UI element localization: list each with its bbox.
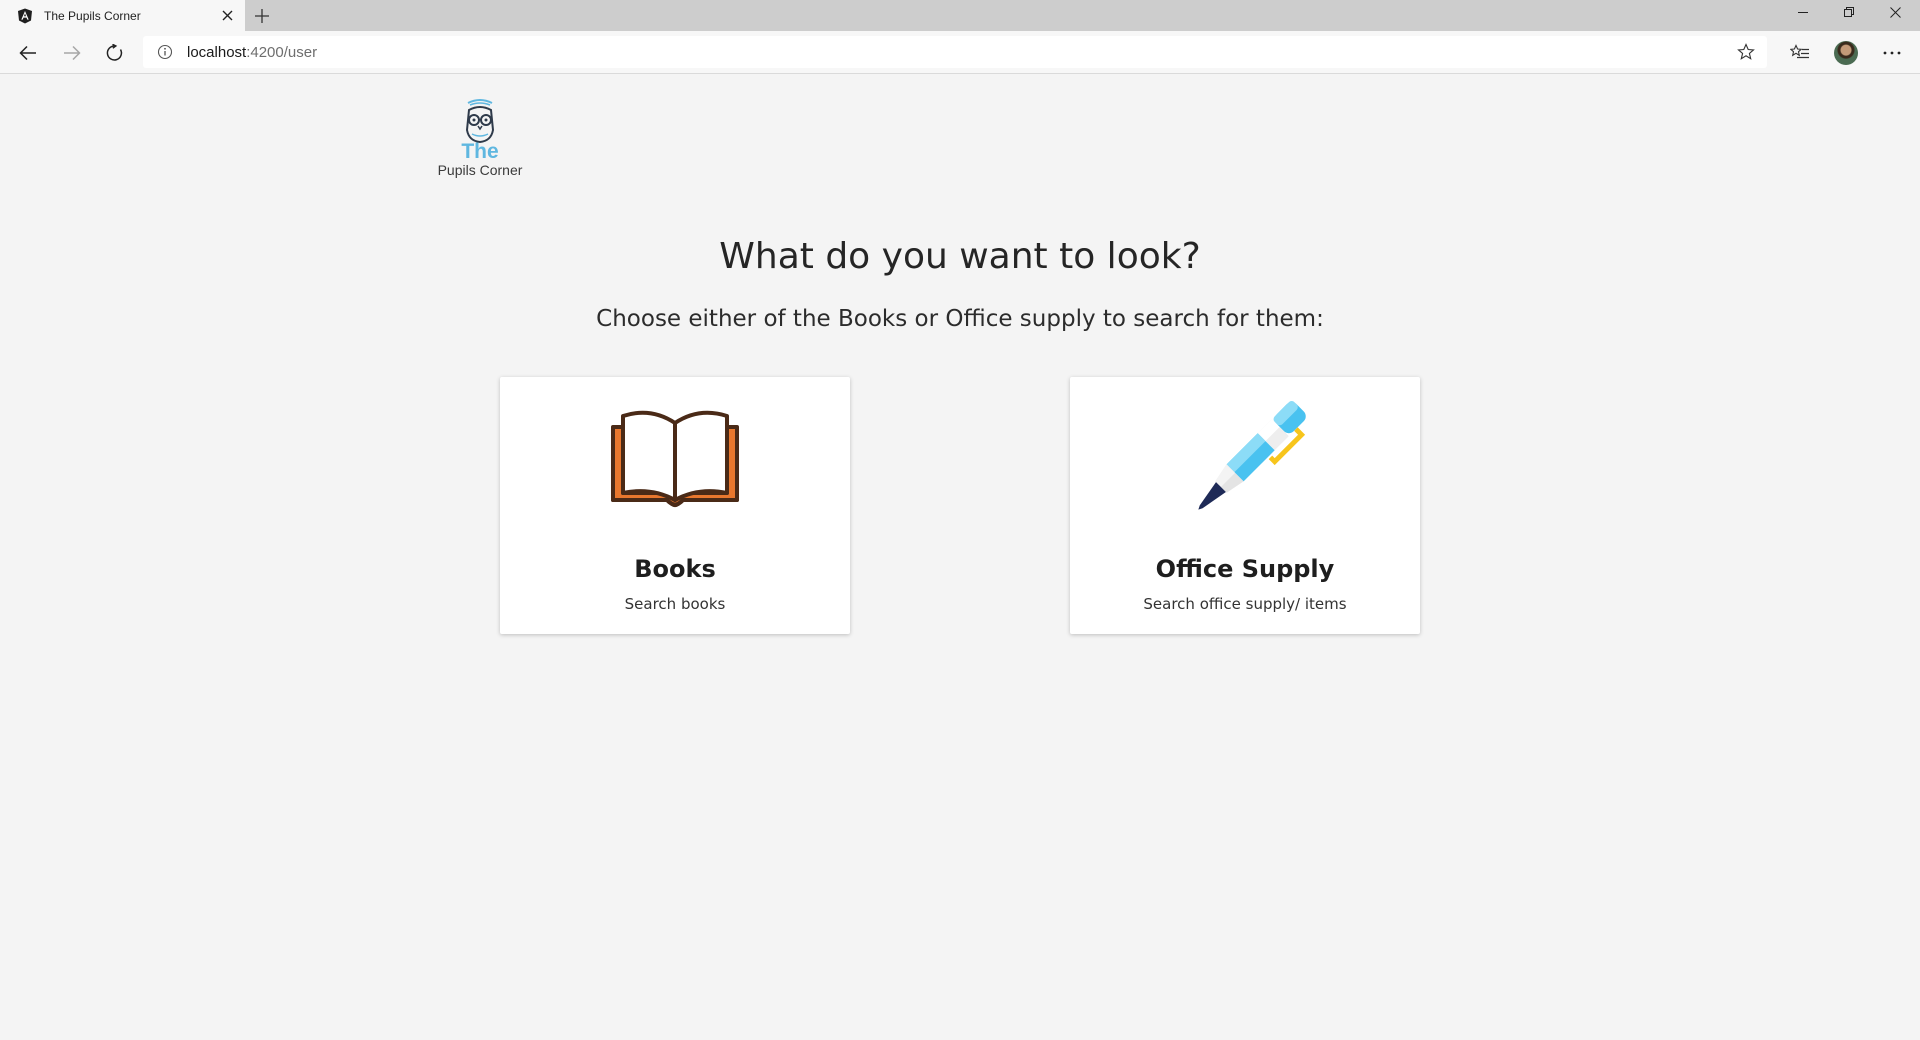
fountain-pen-icon	[1198, 401, 1306, 510]
site-logo[interactable]: The Pupils Corner	[432, 96, 528, 186]
new-tab-icon[interactable]	[252, 6, 272, 26]
logo-title: The	[461, 140, 499, 163]
card-description: Search books	[624, 595, 726, 613]
browser-toolbar: localhost:4200/user	[0, 31, 1920, 74]
owl-logo-icon	[465, 99, 495, 144]
card-title: Office Supply	[1155, 555, 1335, 583]
page-subtitle: Choose either of the Books or Office sup…	[596, 306, 1324, 332]
url-path: :4200/user	[246, 43, 318, 61]
angular-favicon-icon	[17, 8, 33, 24]
page-title: What do you want to look?	[719, 236, 1201, 277]
favorite-star-icon[interactable]	[1737, 43, 1755, 61]
restore-icon[interactable]	[1826, 0, 1872, 24]
office-supply-card[interactable]: Office Supply Search office supply/ item…	[1070, 377, 1420, 634]
open-book-icon	[611, 410, 739, 508]
url-host: localhost	[187, 43, 247, 61]
site-info-icon[interactable]	[157, 44, 173, 60]
tab-strip: The Pupils Corner	[0, 0, 1920, 31]
minimize-icon[interactable]	[1780, 0, 1826, 24]
back-arrow-icon[interactable]	[13, 38, 43, 68]
card-title: Books	[634, 555, 716, 583]
card-art	[1070, 401, 1420, 541]
logo-subtitle: Pupils Corner	[437, 162, 523, 178]
address-bar[interactable]: localhost:4200/user	[143, 36, 1767, 68]
browser-tab[interactable]: The Pupils Corner	[0, 0, 245, 31]
window-close-icon[interactable]	[1872, 0, 1918, 24]
card-description: Search office supply/ items	[1143, 595, 1347, 613]
card-art	[500, 401, 850, 541]
refresh-icon[interactable]	[100, 38, 130, 68]
forward-arrow-icon[interactable]	[57, 38, 87, 68]
url-text: localhost:4200/user	[187, 44, 317, 61]
favorites-list-icon[interactable]	[1785, 38, 1815, 68]
tab-title: The Pupils Corner	[44, 8, 141, 23]
books-card[interactable]: Books Search books	[500, 377, 850, 634]
more-menu-icon[interactable]	[1877, 38, 1907, 68]
close-tab-icon[interactable]	[219, 7, 235, 23]
profile-avatar[interactable]	[1834, 41, 1858, 65]
